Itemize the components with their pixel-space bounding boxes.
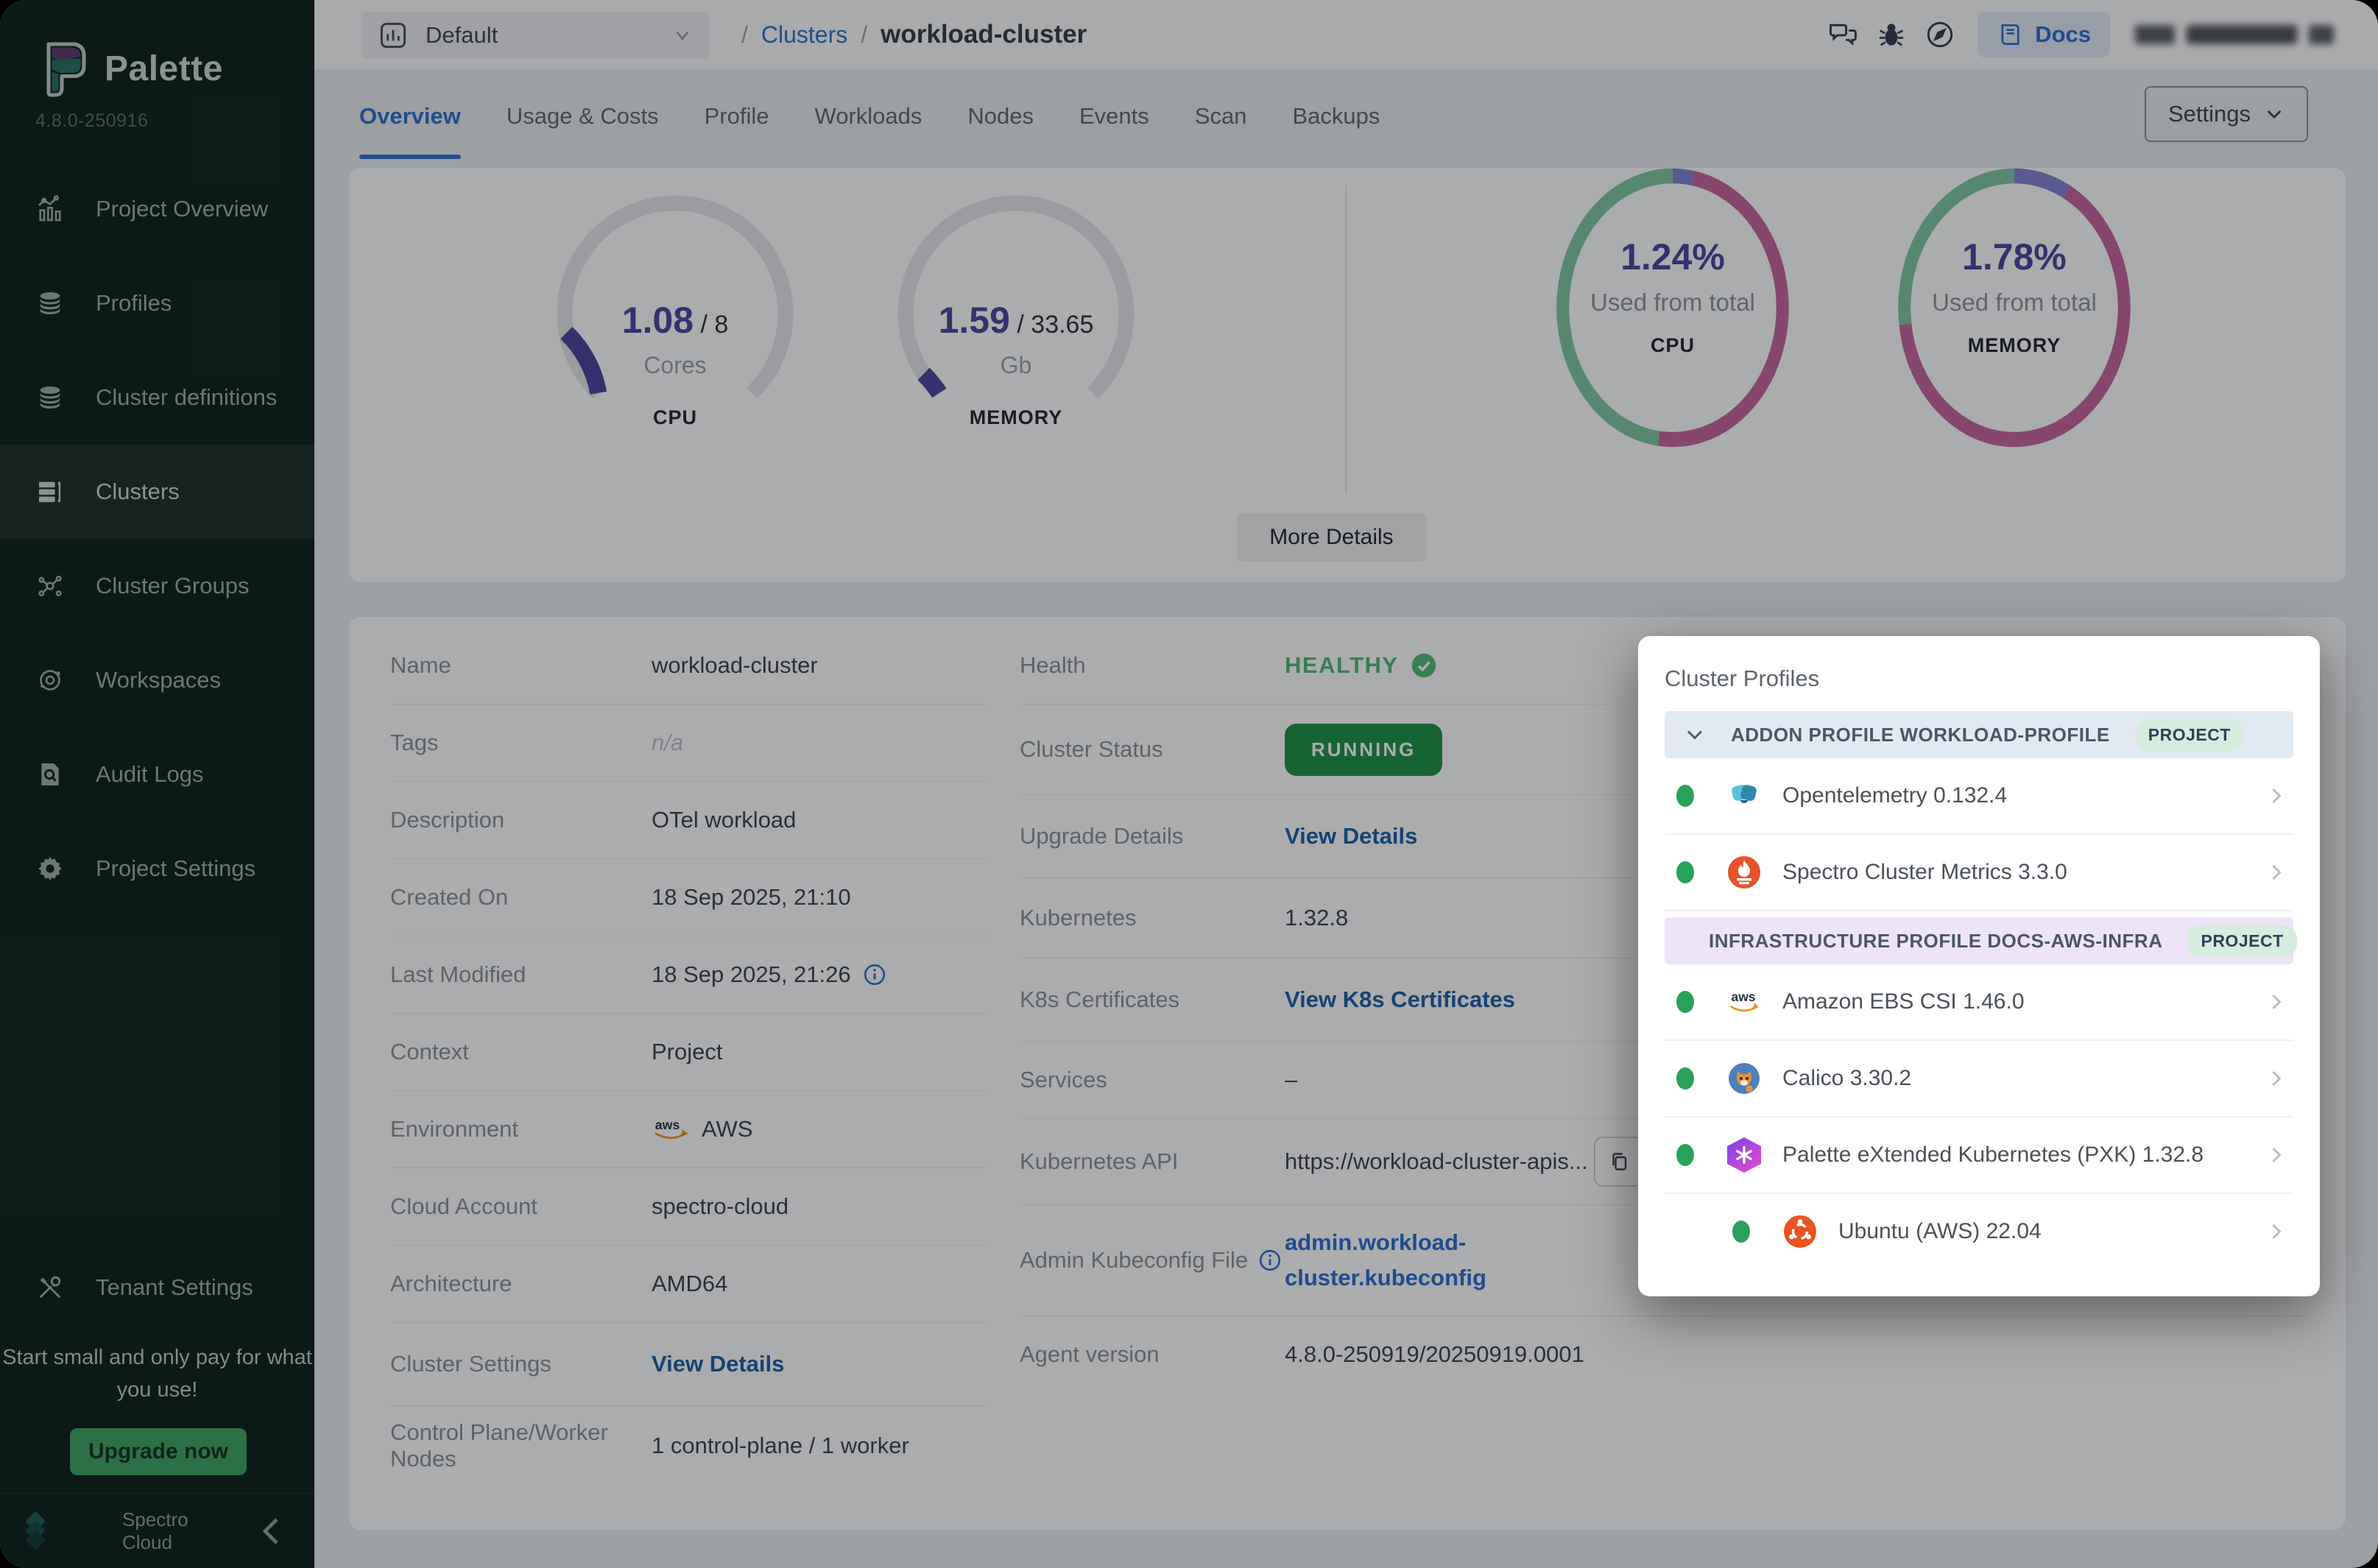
cluster-profiles-panel: Cluster Profiles ADDON PROFILE WORKLOAD-…	[1638, 636, 2320, 1296]
profile-layer-name: Spectro Cluster Metrics 3.3.0	[1782, 860, 2265, 885]
opentelemetry-icon	[1726, 778, 1762, 813]
profile-layer-name: Opentelemetry 0.132.4	[1782, 783, 2265, 808]
chevron-right-icon	[2265, 1067, 2287, 1090]
profile-layer-name: Ubuntu (AWS) 22.04	[1838, 1219, 2265, 1244]
project-badge: PROJECT	[2135, 719, 2244, 751]
prometheus-icon	[1726, 855, 1762, 890]
calico-icon	[1726, 1061, 1762, 1096]
ubuntu-wrap	[1676, 1214, 1712, 1249]
chevron-right-icon	[2265, 785, 2287, 807]
profile-layer-name: Amazon EBS CSI 1.46.0	[1782, 989, 2265, 1014]
chevron-right-icon	[2265, 861, 2287, 883]
profile-layer-opentelemetry[interactable]: Opentelemetry 0.132.4	[1665, 758, 2293, 835]
status-dot-green	[1676, 1144, 1694, 1166]
ubuntu-icon	[1782, 1214, 1818, 1249]
chevron-right-icon	[2265, 1221, 2287, 1243]
status-dot-green	[1676, 991, 1694, 1013]
addon-profile-section-header[interactable]: ADDON PROFILE WORKLOAD-PROFILE PROJECT	[1665, 711, 2293, 758]
project-badge: PROJECT	[2187, 925, 2296, 957]
chevron-right-icon	[2265, 1144, 2287, 1166]
profile-layer-pxk[interactable]: Palette eXtended Kubernetes (PXK) 1.32.8	[1665, 1117, 2293, 1194]
status-dot-green	[1676, 861, 1694, 883]
chevron-down-icon	[1684, 724, 1706, 746]
pxk-icon	[1726, 1137, 1762, 1173]
status-dot-green	[1676, 785, 1694, 807]
profile-layer-spectro-cluster-metrics[interactable]: Spectro Cluster Metrics 3.3.0	[1665, 835, 2293, 911]
app-window: Palette 4.8.0-250916 Project Overview Pr…	[0, 0, 2378, 1568]
profile-layer-amazon-ebs-csi[interactable]: aws Amazon EBS CSI 1.46.0	[1665, 964, 2293, 1041]
profile-layer-name: Calico 3.30.2	[1782, 1066, 2265, 1091]
status-dot-green	[1732, 1221, 1750, 1243]
aws-icon: aws	[1726, 984, 1762, 1020]
profile-layer-calico[interactable]: Calico 3.30.2	[1665, 1041, 2293, 1117]
section-name: ADDON PROFILE WORKLOAD-PROFILE	[1731, 724, 2110, 746]
chevron-right-icon	[2265, 991, 2287, 1013]
cluster-profiles-title: Cluster Profiles	[1665, 665, 2293, 692]
infrastructure-profile-section-header[interactable]: INFRASTRUCTURE PROFILE DOCS-AWS-INFRA PR…	[1665, 917, 2293, 964]
status-dot-green	[1676, 1067, 1694, 1090]
profile-layer-ubuntu[interactable]: Ubuntu (AWS) 22.04	[1665, 1194, 2293, 1269]
profile-layer-name: Palette eXtended Kubernetes (PXK) 1.32.8	[1782, 1143, 2265, 1168]
section-name: INFRASTRUCTURE PROFILE DOCS-AWS-INFRA	[1709, 930, 2162, 953]
svg-text:aws: aws	[1732, 989, 1756, 1004]
